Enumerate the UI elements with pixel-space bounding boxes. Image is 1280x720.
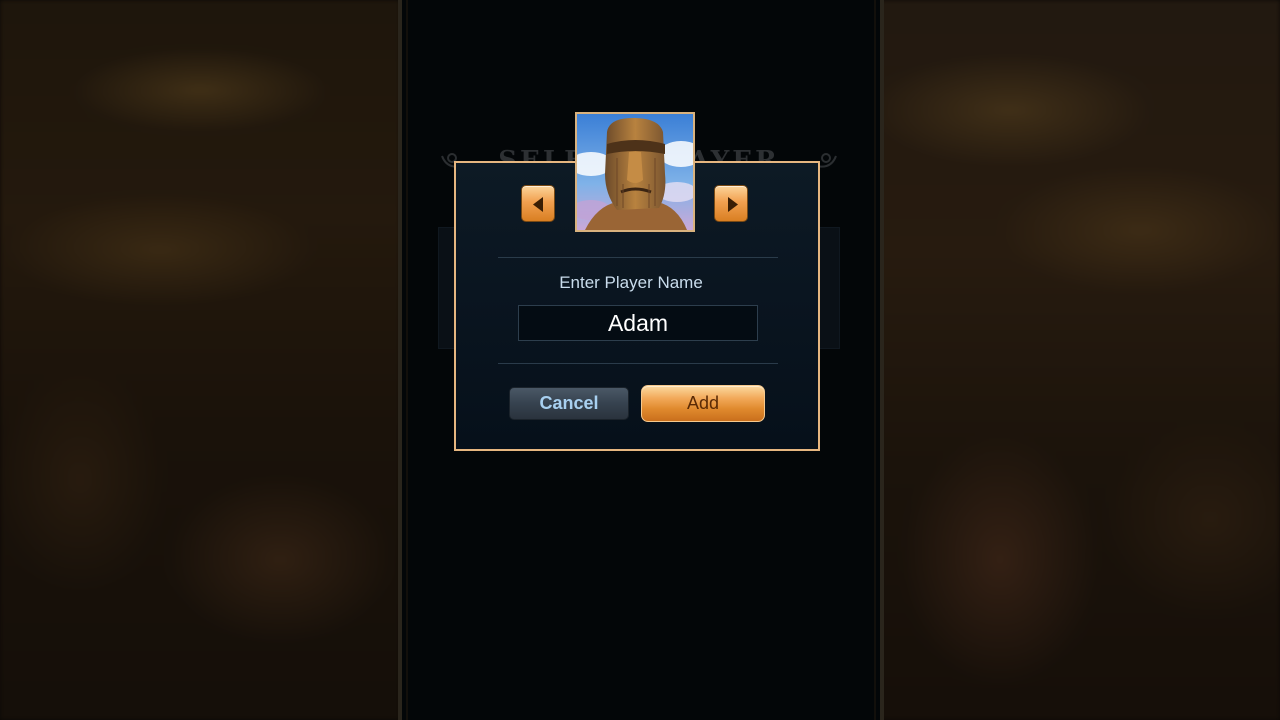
add-button[interactable]: Add bbox=[641, 385, 765, 422]
arrow-right-icon bbox=[728, 197, 738, 212]
player-name-input[interactable]: Adam bbox=[518, 305, 758, 341]
divider-bottom bbox=[498, 363, 778, 364]
next-avatar-button[interactable] bbox=[714, 185, 748, 222]
moai-statue-avatar-icon bbox=[577, 114, 693, 230]
enter-name-label: Enter Player Name bbox=[559, 273, 703, 292]
cancel-button[interactable]: Cancel bbox=[509, 387, 629, 420]
player-avatar-portrait bbox=[575, 112, 695, 232]
background-left-blurred bbox=[0, 0, 400, 720]
previous-avatar-button[interactable] bbox=[521, 185, 555, 222]
divider-top bbox=[498, 257, 778, 258]
background-right-blurred bbox=[880, 0, 1280, 720]
arrow-left-icon bbox=[533, 197, 543, 212]
